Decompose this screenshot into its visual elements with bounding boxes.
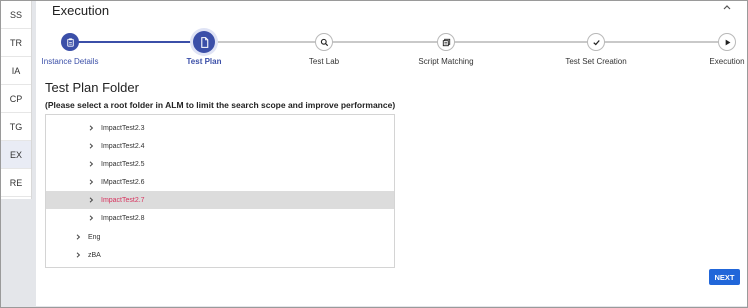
tree-item-label: zBA xyxy=(88,251,101,259)
step-label[interactable]: Execution xyxy=(709,57,744,66)
step-test-set-creation[interactable] xyxy=(587,33,605,51)
sidebar-item-cp[interactable]: CP xyxy=(1,85,31,113)
chevron-right-icon[interactable] xyxy=(87,124,95,132)
step-connector xyxy=(324,41,446,43)
tree-item[interactable]: ImpactTest2.3 xyxy=(46,119,394,137)
step-connector xyxy=(204,41,324,43)
sidebar: SS TR IA CP TG EX RE xyxy=(1,1,32,199)
panel-title: Execution xyxy=(52,3,110,18)
copy-icon xyxy=(442,38,450,46)
step-execution[interactable] xyxy=(718,33,736,51)
chevron-right-icon[interactable] xyxy=(87,160,95,168)
sidebar-item-ia[interactable]: IA xyxy=(1,57,31,85)
tree-item[interactable]: ImpactTest2.7 xyxy=(46,191,394,209)
tree-item[interactable]: ImpactTest2.5 xyxy=(46,155,394,173)
sidebar-spacer xyxy=(1,199,32,307)
step-connector xyxy=(70,41,204,43)
tree-item-label: ImpactTest2.7 xyxy=(101,196,145,204)
document-icon xyxy=(200,36,208,48)
main-panel: Execution Instance Details Test Plan Test … xyxy=(36,1,747,306)
tree-item[interactable]: ImpactTest2.8 xyxy=(46,209,394,227)
play-icon xyxy=(725,39,730,45)
clipboard-icon xyxy=(66,37,74,47)
section-subtitle: (Please select a root folder in ALM to l… xyxy=(45,100,396,110)
step-test-lab[interactable] xyxy=(315,33,333,51)
tree-item[interactable]: zBA xyxy=(46,246,394,264)
step-connector xyxy=(596,41,727,43)
sidebar-item-tr[interactable]: TR xyxy=(1,29,31,57)
step-connector xyxy=(446,41,596,43)
chevron-right-icon[interactable] xyxy=(87,142,95,150)
step-test-plan[interactable] xyxy=(193,31,215,53)
sidebar-item-re[interactable]: RE xyxy=(1,169,31,197)
search-icon xyxy=(320,38,328,46)
sidebar-item-ss[interactable]: SS xyxy=(1,1,31,29)
tree-item[interactable]: IMpactTest2.6 xyxy=(46,173,394,191)
check-icon xyxy=(592,39,600,45)
step-script-matching[interactable] xyxy=(437,33,455,51)
chevron-right-icon[interactable] xyxy=(87,178,95,186)
chevron-right-icon[interactable] xyxy=(74,251,82,259)
step-label[interactable]: Test Set Creation xyxy=(565,57,626,66)
step-label[interactable]: Test Plan xyxy=(187,57,222,66)
step-instance-details[interactable] xyxy=(61,33,79,51)
tree-item-label: ImpactTest2.3 xyxy=(101,124,145,132)
folder-tree: ImpactTest2.3 ImpactTest2.4 ImpactTest2.5 I… xyxy=(45,114,395,268)
chevron-right-icon[interactable] xyxy=(87,214,95,222)
next-button[interactable]: NEXT xyxy=(709,269,740,285)
step-label[interactable]: Script Matching xyxy=(418,57,473,66)
sidebar-item-ex[interactable]: EX xyxy=(1,141,31,169)
section-title: Test Plan Folder xyxy=(45,80,139,95)
tree-item-label: ImpactTest2.4 xyxy=(101,142,145,150)
tree-item[interactable]: Eng xyxy=(46,228,394,246)
step-label[interactable]: Instance Details xyxy=(42,57,99,66)
sidebar-item-tg[interactable]: TG xyxy=(1,113,31,141)
chevron-up-icon[interactable] xyxy=(721,3,733,13)
tree-item[interactable]: ImpactTest2.4 xyxy=(46,137,394,155)
tree-item-label: IMpactTest2.6 xyxy=(101,178,145,186)
tree-item-label: ImpactTest2.8 xyxy=(101,214,145,222)
chevron-right-icon[interactable] xyxy=(74,233,82,241)
step-label[interactable]: Test Lab xyxy=(309,57,339,66)
tree-item-label: Eng xyxy=(88,233,101,241)
chevron-right-icon[interactable] xyxy=(87,196,95,204)
tree-item-label: ImpactTest2.5 xyxy=(101,160,145,168)
